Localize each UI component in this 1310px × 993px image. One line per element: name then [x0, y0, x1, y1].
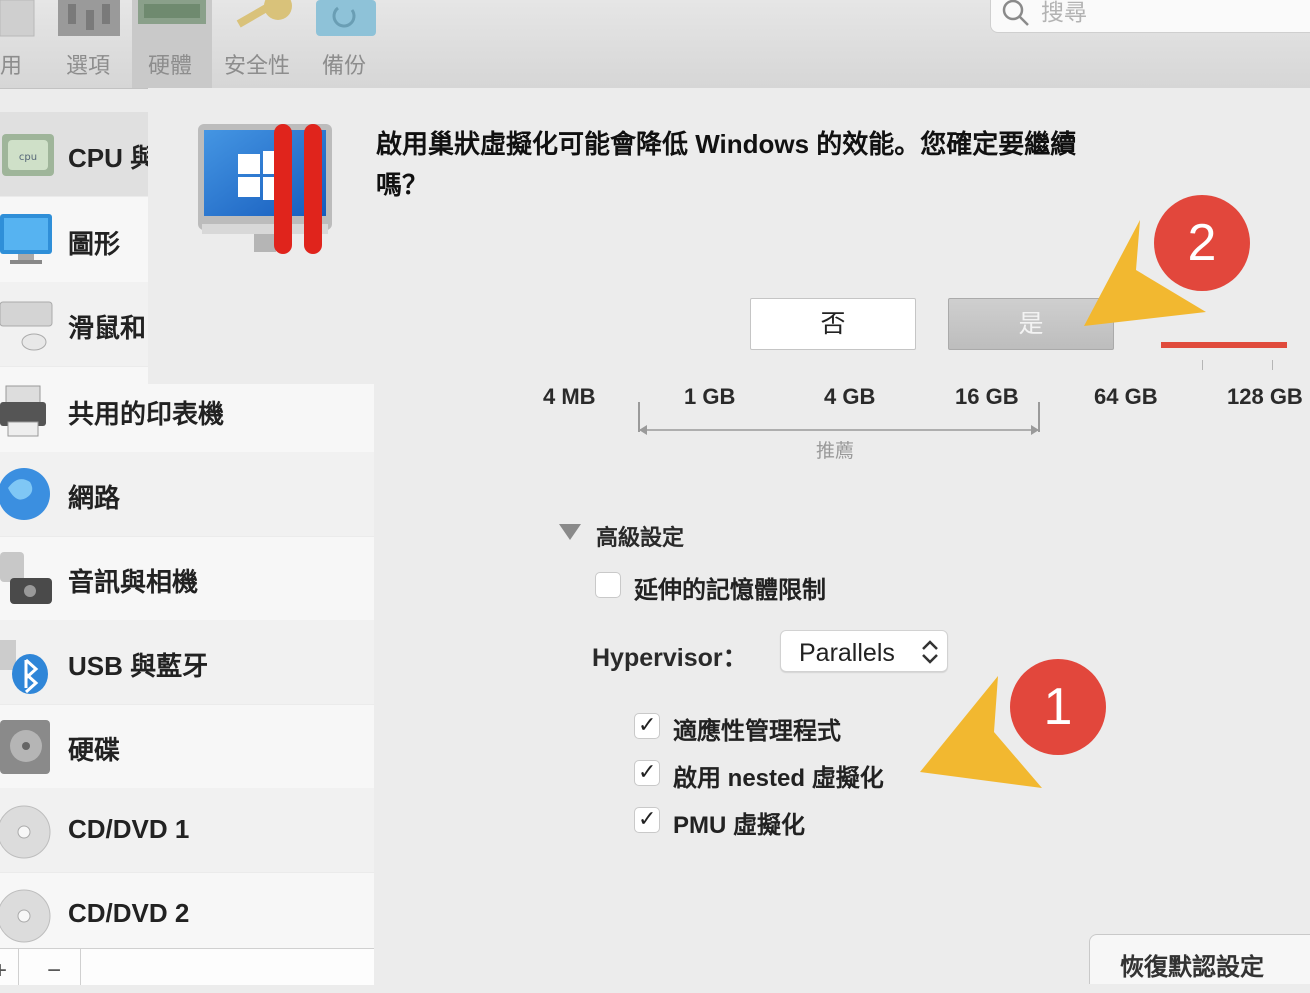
toolbar-item-label: 硬體: [148, 53, 193, 78]
memory-tick-label: 128 GB: [1227, 384, 1303, 409]
add-device-button[interactable]: +: [0, 949, 19, 985]
checkmark-icon: ✓: [638, 806, 657, 831]
sidebar-item-label: 網路: [68, 483, 121, 513]
keyboard-icon: [0, 301, 53, 351]
disc-icon: [0, 805, 51, 859]
memory-tick-label: 4 MB: [543, 384, 596, 409]
adaptive-hypervisor-checkbox[interactable]: ✓: [634, 712, 660, 739]
adaptive-hypervisor-label: 適應性管理程式: [673, 718, 841, 745]
toolbar-item-label: 安全性: [224, 53, 291, 78]
sidebar-item-label: CPU 與: [68, 143, 157, 173]
hard-disk-icon: [0, 720, 50, 774]
recommended-range-bracket: [638, 402, 1040, 435]
monitor-icon: [0, 214, 52, 264]
disclosure-triangle-icon[interactable]: [558, 522, 582, 542]
sidebar-item-network[interactable]: 網路: [0, 452, 374, 537]
toolbar-item-security[interactable]: 安全性: [220, 0, 300, 88]
slider-tick: [1272, 360, 1273, 370]
toolbar-item-hardware[interactable]: 硬體: [132, 0, 212, 88]
dialog-message: 啟用巢狀虛擬化可能會降低 Windows 的效能。您確定要繼續嗎？: [376, 129, 1077, 200]
toolbar-item-options[interactable]: 選項: [56, 0, 128, 88]
sidebar-item-cd-dvd-2[interactable]: CD/DVD 2: [0, 872, 374, 957]
restore-defaults-label: 恢復默認設定: [1120, 954, 1264, 981]
sidebar-item-label: 滑鼠和: [68, 313, 147, 343]
sidebar-item-audio-camera[interactable]: 音訊與相機: [0, 536, 374, 621]
search-input[interactable]: [1039, 0, 1283, 28]
key-icon: [236, 0, 292, 28]
bluetooth-icon: [0, 640, 48, 694]
backup-icon: [316, 0, 376, 36]
sidebar-item-cd-dvd-1[interactable]: CD/DVD 1: [0, 788, 374, 873]
search-field[interactable]: [990, 0, 1310, 33]
up-down-chevron-icon: [922, 640, 938, 664]
remove-device-button[interactable]: −: [28, 949, 81, 985]
sidebar-item-label: 音訊與相機: [68, 567, 199, 597]
toolbar-item-backup[interactable]: 備份: [314, 0, 384, 88]
sidebar-item-label: CD/DVD 2: [68, 898, 190, 928]
recommended-label: 推薦: [816, 441, 855, 462]
chip-icon: [138, 0, 206, 24]
extended-memory-label: 延伸的記憶體限制: [634, 577, 826, 604]
no-button[interactable]: 否: [750, 298, 916, 350]
hypervisor-value: Parallels: [799, 639, 895, 667]
restore-defaults-button[interactable]: 恢復默認設定: [1089, 934, 1310, 984]
toolbar-item-general[interactable]: 用: [0, 0, 44, 88]
nested-virtualization-label: 啟用 nested 虛擬化: [673, 765, 884, 792]
hypervisor-label: Hypervisor：: [592, 644, 748, 672]
sidebar-item-label: CD/DVD 1: [68, 814, 190, 844]
checkmark-icon: ✓: [638, 712, 657, 737]
toolbar-item-label: 選項: [66, 53, 111, 78]
sidebar-item-usb-bluetooth[interactable]: USB 與藍牙: [0, 620, 374, 705]
cpu-icon: cpu: [2, 134, 54, 176]
sidebar-item-hard-disk[interactable]: 硬碟: [0, 704, 374, 789]
memory-tick-label: 64 GB: [1094, 384, 1158, 409]
disc-icon: [0, 889, 51, 943]
parallels-windows-icon: [198, 124, 332, 254]
slider-tick: [1202, 360, 1203, 370]
memory-slider-indicator: [1161, 342, 1287, 348]
printer-icon: [0, 385, 46, 437]
nested-virtualization-checkbox[interactable]: ✓: [634, 759, 660, 786]
toolbar-item-label: 用: [0, 53, 23, 78]
sidebar-item-label: 硬碟: [68, 735, 121, 765]
advanced-settings-title: 高級設定: [596, 525, 685, 550]
pmu-virtualization-checkbox[interactable]: ✓: [634, 806, 660, 833]
sidebar-footer: + −: [0, 948, 374, 985]
toolbar-item-label: 備份: [322, 53, 367, 78]
general-icon: [0, 0, 35, 37]
options-icon: [58, 0, 120, 36]
camera-icon: [0, 552, 52, 604]
sidebar-item-label: USB 與藍牙: [68, 651, 209, 681]
annotation-badge-2: 2: [1154, 195, 1250, 291]
sidebar-item-label: 圖形: [68, 229, 121, 259]
globe-icon: [0, 468, 50, 520]
extended-memory-checkbox[interactable]: [595, 572, 621, 598]
sidebar-item-label: 共用的印表機: [68, 399, 225, 429]
search-icon: [1002, 0, 1029, 26]
hypervisor-select[interactable]: Parallels: [780, 630, 948, 672]
toolbar: 用 選項 硬體 安全性 備份: [0, 0, 1310, 89]
pmu-virtualization-label: PMU 虛擬化: [673, 812, 805, 839]
svg-text:cpu: cpu: [19, 152, 37, 163]
annotation-badge-1: 1: [1010, 659, 1106, 755]
checkmark-icon: ✓: [638, 759, 657, 784]
